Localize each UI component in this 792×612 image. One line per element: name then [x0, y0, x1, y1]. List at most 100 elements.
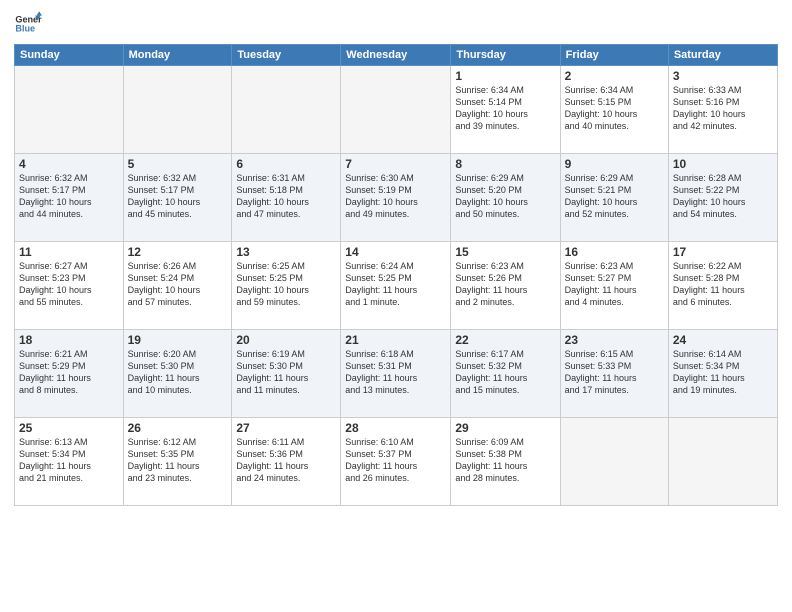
svg-text:Blue: Blue [15, 24, 35, 34]
calendar-cell: 11Sunrise: 6:27 AM Sunset: 5:23 PM Dayli… [15, 242, 124, 330]
logo: General Blue [14, 10, 46, 38]
day-info: Sunrise: 6:29 AM Sunset: 5:20 PM Dayligh… [455, 172, 555, 221]
day-number: 3 [673, 69, 773, 83]
day-info: Sunrise: 6:14 AM Sunset: 5:34 PM Dayligh… [673, 348, 773, 397]
calendar-cell: 4Sunrise: 6:32 AM Sunset: 5:17 PM Daylig… [15, 154, 124, 242]
day-info: Sunrise: 6:30 AM Sunset: 5:19 PM Dayligh… [345, 172, 446, 221]
calendar-cell: 17Sunrise: 6:22 AM Sunset: 5:28 PM Dayli… [668, 242, 777, 330]
day-number: 1 [455, 69, 555, 83]
calendar-cell: 10Sunrise: 6:28 AM Sunset: 5:22 PM Dayli… [668, 154, 777, 242]
calendar-cell [668, 418, 777, 506]
week-row-4: 25Sunrise: 6:13 AM Sunset: 5:34 PM Dayli… [15, 418, 778, 506]
calendar-cell [15, 66, 124, 154]
weekday-monday: Monday [123, 45, 232, 66]
weekday-header-row: SundayMondayTuesdayWednesdayThursdayFrid… [15, 45, 778, 66]
day-info: Sunrise: 6:21 AM Sunset: 5:29 PM Dayligh… [19, 348, 119, 397]
calendar-cell: 5Sunrise: 6:32 AM Sunset: 5:17 PM Daylig… [123, 154, 232, 242]
day-number: 5 [128, 157, 228, 171]
day-info: Sunrise: 6:12 AM Sunset: 5:35 PM Dayligh… [128, 436, 228, 485]
day-info: Sunrise: 6:11 AM Sunset: 5:36 PM Dayligh… [236, 436, 336, 485]
day-number: 20 [236, 333, 336, 347]
calendar-cell: 22Sunrise: 6:17 AM Sunset: 5:32 PM Dayli… [451, 330, 560, 418]
day-number: 29 [455, 421, 555, 435]
day-info: Sunrise: 6:24 AM Sunset: 5:25 PM Dayligh… [345, 260, 446, 309]
calendar-cell [560, 418, 668, 506]
day-info: Sunrise: 6:27 AM Sunset: 5:23 PM Dayligh… [19, 260, 119, 309]
weekday-sunday: Sunday [15, 45, 124, 66]
calendar-cell: 19Sunrise: 6:20 AM Sunset: 5:30 PM Dayli… [123, 330, 232, 418]
calendar-cell [341, 66, 451, 154]
calendar-cell: 24Sunrise: 6:14 AM Sunset: 5:34 PM Dayli… [668, 330, 777, 418]
page: General Blue SundayMondayTuesdayWednesda… [0, 0, 792, 612]
day-number: 9 [565, 157, 664, 171]
calendar-cell: 28Sunrise: 6:10 AM Sunset: 5:37 PM Dayli… [341, 418, 451, 506]
day-number: 28 [345, 421, 446, 435]
day-number: 7 [345, 157, 446, 171]
day-number: 24 [673, 333, 773, 347]
week-row-1: 4Sunrise: 6:32 AM Sunset: 5:17 PM Daylig… [15, 154, 778, 242]
day-number: 27 [236, 421, 336, 435]
calendar-cell: 27Sunrise: 6:11 AM Sunset: 5:36 PM Dayli… [232, 418, 341, 506]
day-info: Sunrise: 6:25 AM Sunset: 5:25 PM Dayligh… [236, 260, 336, 309]
weekday-thursday: Thursday [451, 45, 560, 66]
day-info: Sunrise: 6:32 AM Sunset: 5:17 PM Dayligh… [19, 172, 119, 221]
day-info: Sunrise: 6:10 AM Sunset: 5:37 PM Dayligh… [345, 436, 446, 485]
day-info: Sunrise: 6:15 AM Sunset: 5:33 PM Dayligh… [565, 348, 664, 397]
week-row-3: 18Sunrise: 6:21 AM Sunset: 5:29 PM Dayli… [15, 330, 778, 418]
day-info: Sunrise: 6:20 AM Sunset: 5:30 PM Dayligh… [128, 348, 228, 397]
day-info: Sunrise: 6:31 AM Sunset: 5:18 PM Dayligh… [236, 172, 336, 221]
day-number: 26 [128, 421, 228, 435]
day-info: Sunrise: 6:22 AM Sunset: 5:28 PM Dayligh… [673, 260, 773, 309]
calendar-cell: 25Sunrise: 6:13 AM Sunset: 5:34 PM Dayli… [15, 418, 124, 506]
day-number: 12 [128, 245, 228, 259]
calendar-cell: 9Sunrise: 6:29 AM Sunset: 5:21 PM Daylig… [560, 154, 668, 242]
day-info: Sunrise: 6:34 AM Sunset: 5:15 PM Dayligh… [565, 84, 664, 133]
day-number: 25 [19, 421, 119, 435]
calendar-cell: 23Sunrise: 6:15 AM Sunset: 5:33 PM Dayli… [560, 330, 668, 418]
week-row-0: 1Sunrise: 6:34 AM Sunset: 5:14 PM Daylig… [15, 66, 778, 154]
day-number: 6 [236, 157, 336, 171]
weekday-wednesday: Wednesday [341, 45, 451, 66]
calendar-cell: 3Sunrise: 6:33 AM Sunset: 5:16 PM Daylig… [668, 66, 777, 154]
day-info: Sunrise: 6:23 AM Sunset: 5:26 PM Dayligh… [455, 260, 555, 309]
calendar-cell: 18Sunrise: 6:21 AM Sunset: 5:29 PM Dayli… [15, 330, 124, 418]
calendar-cell: 2Sunrise: 6:34 AM Sunset: 5:15 PM Daylig… [560, 66, 668, 154]
day-number: 14 [345, 245, 446, 259]
day-number: 18 [19, 333, 119, 347]
day-info: Sunrise: 6:33 AM Sunset: 5:16 PM Dayligh… [673, 84, 773, 133]
logo-icon: General Blue [14, 10, 42, 38]
day-number: 22 [455, 333, 555, 347]
day-number: 21 [345, 333, 446, 347]
day-info: Sunrise: 6:23 AM Sunset: 5:27 PM Dayligh… [565, 260, 664, 309]
weekday-tuesday: Tuesday [232, 45, 341, 66]
calendar-cell: 1Sunrise: 6:34 AM Sunset: 5:14 PM Daylig… [451, 66, 560, 154]
day-number: 2 [565, 69, 664, 83]
day-info: Sunrise: 6:29 AM Sunset: 5:21 PM Dayligh… [565, 172, 664, 221]
day-number: 8 [455, 157, 555, 171]
day-number: 17 [673, 245, 773, 259]
calendar-cell [232, 66, 341, 154]
day-info: Sunrise: 6:13 AM Sunset: 5:34 PM Dayligh… [19, 436, 119, 485]
calendar-cell: 12Sunrise: 6:26 AM Sunset: 5:24 PM Dayli… [123, 242, 232, 330]
calendar-cell: 26Sunrise: 6:12 AM Sunset: 5:35 PM Dayli… [123, 418, 232, 506]
day-number: 10 [673, 157, 773, 171]
calendar-cell [123, 66, 232, 154]
weekday-saturday: Saturday [668, 45, 777, 66]
calendar-cell: 7Sunrise: 6:30 AM Sunset: 5:19 PM Daylig… [341, 154, 451, 242]
day-info: Sunrise: 6:18 AM Sunset: 5:31 PM Dayligh… [345, 348, 446, 397]
week-row-2: 11Sunrise: 6:27 AM Sunset: 5:23 PM Dayli… [15, 242, 778, 330]
day-number: 23 [565, 333, 664, 347]
calendar-cell: 13Sunrise: 6:25 AM Sunset: 5:25 PM Dayli… [232, 242, 341, 330]
day-number: 19 [128, 333, 228, 347]
day-info: Sunrise: 6:28 AM Sunset: 5:22 PM Dayligh… [673, 172, 773, 221]
day-info: Sunrise: 6:19 AM Sunset: 5:30 PM Dayligh… [236, 348, 336, 397]
calendar-cell: 6Sunrise: 6:31 AM Sunset: 5:18 PM Daylig… [232, 154, 341, 242]
day-info: Sunrise: 6:17 AM Sunset: 5:32 PM Dayligh… [455, 348, 555, 397]
day-number: 11 [19, 245, 119, 259]
day-number: 16 [565, 245, 664, 259]
day-info: Sunrise: 6:32 AM Sunset: 5:17 PM Dayligh… [128, 172, 228, 221]
calendar-cell: 29Sunrise: 6:09 AM Sunset: 5:38 PM Dayli… [451, 418, 560, 506]
calendar-cell: 20Sunrise: 6:19 AM Sunset: 5:30 PM Dayli… [232, 330, 341, 418]
calendar-cell: 8Sunrise: 6:29 AM Sunset: 5:20 PM Daylig… [451, 154, 560, 242]
calendar-cell: 15Sunrise: 6:23 AM Sunset: 5:26 PM Dayli… [451, 242, 560, 330]
